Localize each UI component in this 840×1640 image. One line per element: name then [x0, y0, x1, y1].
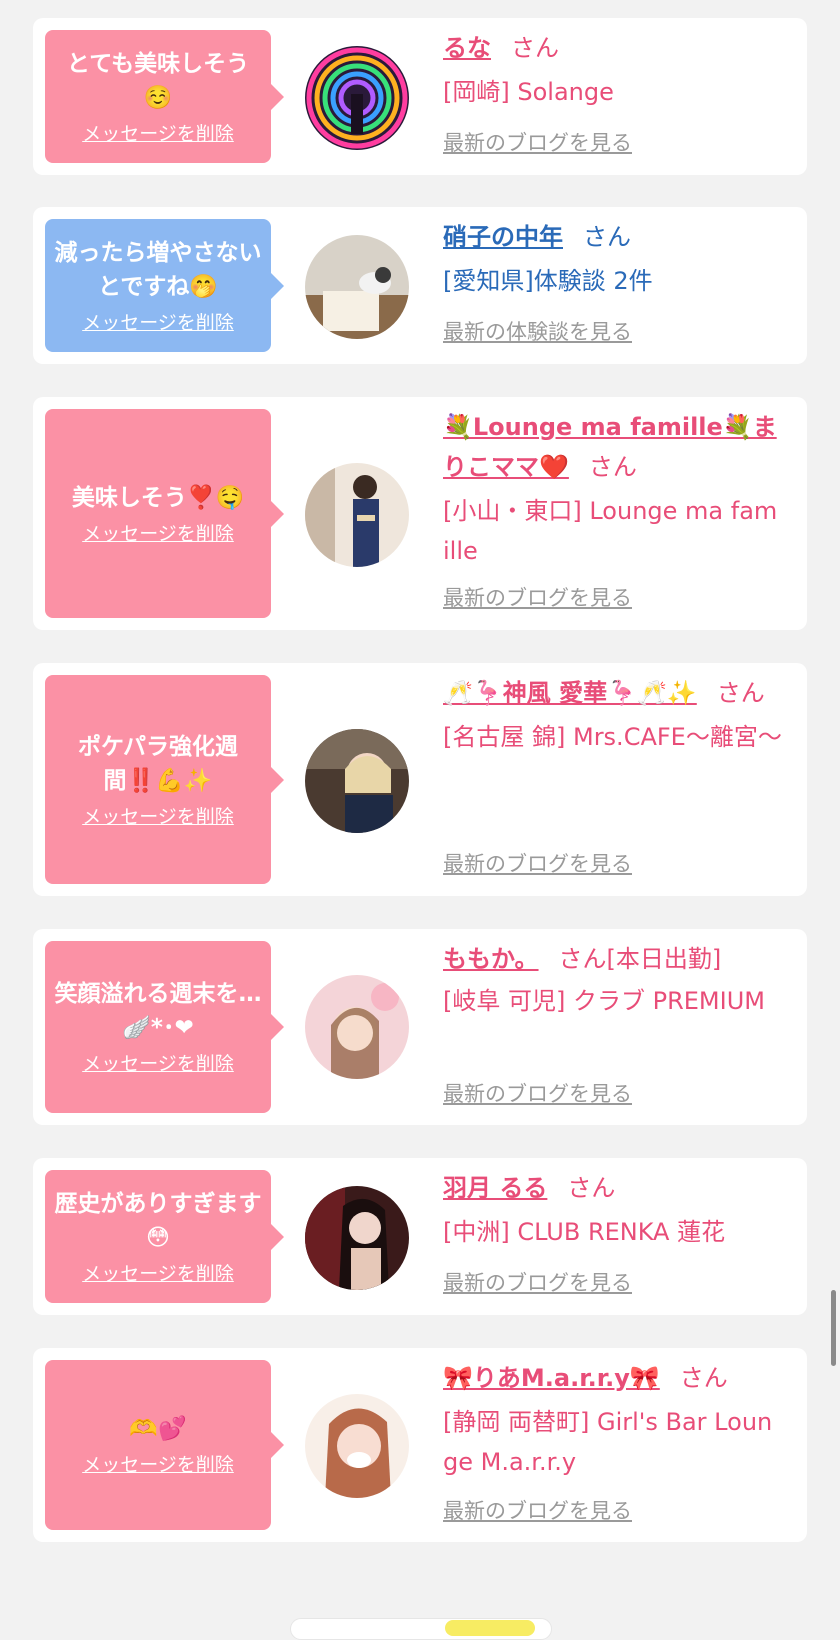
user-name-link[interactable]: 羽月 るる	[443, 1174, 547, 1202]
message-bubble: 笑顔溢れる週末を…🪽*･❤ メッセージを削除	[45, 941, 284, 1113]
list-item: 歴史がありすぎます😳 メッセージを削除 羽月 るる さん [中洲] CLUB RE…	[33, 1158, 807, 1315]
scrollbar[interactable]	[831, 1290, 836, 1366]
user-name-link[interactable]: るな	[443, 34, 491, 62]
latest-blog-link[interactable]: 最新のブログを見る	[443, 126, 632, 160]
message-list: とても美味しそう☺️ メッセージを削除 るな さん [岡崎] Solange 最新…	[0, 0, 840, 1627]
avatar-photo	[305, 463, 409, 567]
user-info: 羽月 るる さん [中洲] CLUB RENKA 蓮花	[443, 1168, 783, 1252]
delete-message-link[interactable]: メッセージを削除	[82, 804, 234, 830]
message-text: 美味しそう❣️🤤	[71, 484, 245, 511]
latest-blog-link[interactable]: 最新のブログを見る	[443, 847, 632, 881]
user-info: 硝子の中年 さん [愛知県]体験談 2件	[443, 217, 783, 301]
user-name-link[interactable]: 🎀りあM.a.r.r.y🎀	[443, 1364, 660, 1392]
avatar[interactable]	[305, 463, 409, 567]
user-name-link[interactable]: ももか。	[443, 945, 539, 973]
list-item: 笑顔溢れる週末を…🪽*･❤ メッセージを削除 ももか。 さん[本日出勤] [岐阜 …	[33, 929, 807, 1125]
honorific: さん	[583, 223, 631, 251]
latest-blog-link[interactable]: 最新のブログを見る	[443, 1077, 632, 1111]
honorific: さん	[716, 679, 765, 707]
user-info: ももか。 さん[本日出勤] [岐阜 可児] クラブ PREMIUM	[443, 939, 783, 1021]
message-bubble: 🫶💕 メッセージを削除	[45, 1360, 284, 1530]
list-item: 🫶💕 メッセージを削除 🎀りあM.a.r.r.y🎀 さん [静岡 両替町] Gir…	[33, 1348, 807, 1542]
user-info: 🎀りあM.a.r.r.y🎀 さん [静岡 両替町] Girl's Bar Loun…	[443, 1358, 783, 1482]
delete-message-link[interactable]: メッセージを削除	[82, 1051, 234, 1077]
message-text: 減ったら増やさないとですね🤭	[54, 239, 262, 300]
bottom-bar-accent	[445, 1620, 535, 1636]
delete-message-link[interactable]: メッセージを削除	[82, 310, 234, 336]
message-text: とても美味しそう☺️	[66, 50, 250, 111]
user-name-link[interactable]: 硝子の中年	[443, 223, 563, 251]
latest-review-link[interactable]: 最新の体験談を見る	[443, 315, 632, 349]
message-bubble: 歴史がありすぎます😳 メッセージを削除	[45, 1170, 284, 1303]
honorific: さん	[511, 34, 559, 62]
honorific: さん	[679, 1364, 728, 1392]
avatar-photo	[305, 235, 409, 339]
message-bubble: とても美味しそう☺️ メッセージを削除	[45, 30, 284, 163]
latest-blog-link[interactable]: 最新のブログを見る	[443, 1494, 632, 1528]
message-text: ポケパラ強化週間‼️💪✨	[77, 733, 239, 794]
delete-message-link[interactable]: メッセージを削除	[82, 121, 234, 147]
honorific: さん	[567, 1174, 616, 1202]
user-name-link[interactable]: 🥂🦩神風 愛華🦩🥂✨	[443, 679, 697, 707]
avatar[interactable]	[305, 235, 409, 339]
store-name: [小山・東口] Lounge ma famille	[443, 497, 778, 565]
status-badge: [本日出勤]	[606, 945, 722, 973]
store-name: [名古屋 錦] Mrs.CAFE〜離宮〜	[443, 723, 782, 751]
avatar-photo	[305, 729, 409, 833]
avatar-photo	[305, 975, 409, 1079]
avatar-photo	[305, 1186, 409, 1290]
honorific: さん	[588, 453, 637, 481]
message-text: 🫶💕	[129, 1416, 187, 1442]
avatar[interactable]	[305, 46, 409, 150]
avatar-photo	[305, 1394, 409, 1498]
message-text: 笑顔溢れる週末を…🪽*･❤	[54, 981, 262, 1041]
store-name: [愛知県]体験談 2件	[443, 267, 653, 295]
list-item: とても美味しそう☺️ メッセージを削除 るな さん [岡崎] Solange 最新…	[33, 18, 807, 175]
message-text: 歴史がありすぎます😳	[54, 1190, 262, 1251]
user-info: 🥂🦩神風 愛華🦩🥂✨ さん [名古屋 錦] Mrs.CAFE〜離宮〜	[443, 673, 783, 757]
avatar[interactable]	[305, 729, 409, 833]
user-info: るな さん [岡崎] Solange	[443, 28, 783, 112]
avatar[interactable]	[305, 1394, 409, 1498]
message-bubble: 減ったら増やさないとですね🤭 メッセージを削除	[45, 219, 284, 352]
message-bubble: 美味しそう❣️🤤 メッセージを削除	[45, 409, 284, 618]
latest-blog-link[interactable]: 最新のブログを見る	[443, 1266, 632, 1300]
delete-message-link[interactable]: メッセージを削除	[82, 521, 234, 547]
avatar[interactable]	[305, 1186, 409, 1290]
store-name: [中洲] CLUB RENKA 蓮花	[443, 1218, 726, 1246]
message-bubble: ポケパラ強化週間‼️💪✨ メッセージを削除	[45, 675, 284, 884]
list-item: ポケパラ強化週間‼️💪✨ メッセージを削除 🥂🦩神風 愛華🦩🥂✨ さん [名古屋 …	[33, 663, 807, 896]
delete-message-link[interactable]: メッセージを削除	[82, 1452, 234, 1478]
list-item: 減ったら増やさないとですね🤭 メッセージを削除 硝子の中年 さん [愛知県]体験談…	[33, 207, 807, 364]
avatar-photo	[305, 46, 409, 150]
store-name: [静岡 両替町] Girl's Bar Lounge M.a.r.r.y	[443, 1408, 773, 1476]
latest-blog-link[interactable]: 最新のブログを見る	[443, 581, 632, 615]
list-item: 美味しそう❣️🤤 メッセージを削除 💐Lounge ma famille💐まりこ…	[33, 397, 807, 630]
honorific: さん	[558, 945, 607, 973]
store-name: [岐阜 可児] クラブ PREMIUM	[443, 987, 765, 1015]
store-name: [岡崎] Solange	[443, 78, 614, 106]
delete-message-link[interactable]: メッセージを削除	[82, 1261, 234, 1287]
avatar[interactable]	[305, 975, 409, 1079]
user-info: 💐Lounge ma famille💐まりこママ❤️ さん [小山・東口] Lou…	[443, 407, 783, 571]
